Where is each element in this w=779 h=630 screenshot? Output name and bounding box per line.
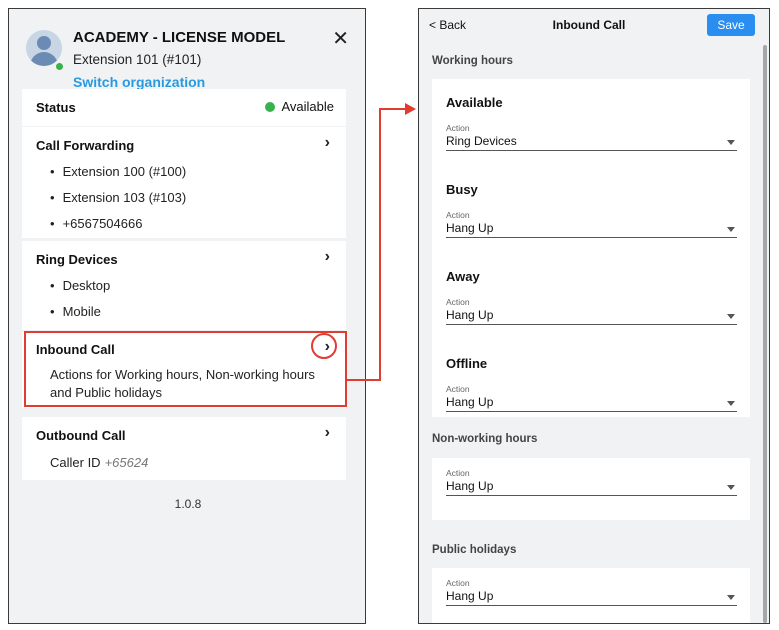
caller-id: Caller ID +65624 [50,455,148,470]
close-icon[interactable]: ✕ [332,26,349,51]
working-hours-label: Working hours [432,55,513,67]
right-panel: < Back Inbound Call Save Working hours A… [418,8,770,624]
action-select-available[interactable]: Ring Devices [446,133,737,151]
action-label: Action [446,297,470,307]
public-holidays-label: Public holidays [432,544,517,556]
action-select-away[interactable]: Hang Up [446,307,737,325]
action-label: Action [446,123,470,133]
connector-line [347,379,381,381]
non-working-hours-label: Non-working hours [432,433,538,445]
action-select-value: Hang Up [446,308,494,322]
action-select-value: Hang Up [446,479,494,493]
action-select-value: Hang Up [446,221,494,235]
connector-line [379,108,406,110]
top-bar: < Back Inbound Call Save [419,9,769,43]
non-working-hours-card: Action Hang Up [432,458,750,520]
dropdown-caret-icon [727,485,735,490]
connector-line [379,108,381,381]
call-forwarding-card[interactable]: Call Forwarding › Extension 100 (#100) E… [22,127,346,238]
status-heading: Busy [446,182,478,197]
action-select-value: Hang Up [446,589,494,603]
status-heading: Away [446,269,480,284]
chevron-right-icon[interactable]: › [325,134,330,152]
app-version: 1.0.8 [174,497,202,511]
left-panel: ACADEMY - LICENSE MODEL Extension 101 (#… [8,8,366,624]
action-label: Action [446,578,470,588]
action-label: Action [446,468,470,478]
action-select-non-working[interactable]: Hang Up [446,478,737,496]
action-select-value: Hang Up [446,395,494,409]
action-select-busy[interactable]: Hang Up [446,220,737,238]
dropdown-caret-icon [727,314,735,319]
status-heading: Offline [446,356,488,371]
list-item: +6567504666 [50,216,143,231]
list-item: Mobile [50,304,101,319]
status-card: Status Available [22,89,346,126]
dropdown-caret-icon [727,140,735,145]
available-dot-icon [265,102,276,112]
public-holidays-card: Action Hang Up [432,568,750,623]
caller-id-value: +65624 [104,455,149,470]
action-select-value: Ring Devices [446,134,517,148]
dropdown-caret-icon [727,227,735,232]
chevron-right-icon[interactable]: › [325,248,330,266]
chevron-highlight-circle [311,333,337,359]
list-item: Desktop [50,278,111,293]
arrow-head-icon [405,103,416,115]
save-button[interactable]: Save [707,14,755,36]
scrollbar[interactable] [763,45,767,623]
list-item: Extension 100 (#100) [50,164,187,179]
outbound-call-card[interactable]: Outbound Call › Caller ID +65624 [22,417,346,480]
outbound-call-title: Outbound Call [36,428,126,443]
caller-id-label: Caller ID [50,455,101,470]
dropdown-caret-icon [727,401,735,406]
organization-name: ACADEMY - LICENSE MODEL [73,29,286,46]
ring-devices-card[interactable]: Ring Devices › Desktop Mobile [22,241,346,330]
action-select-offline[interactable]: Hang Up [446,394,737,412]
list-item: Extension 103 (#103) [50,190,187,205]
presence-indicator [54,61,65,72]
avatar-head [37,36,51,50]
extension-label: Extension 101 (#101) [73,52,202,67]
ring-devices-title: Ring Devices [36,252,118,267]
call-forwarding-title: Call Forwarding [36,138,135,153]
profile-header: ACADEMY - LICENSE MODEL Extension 101 (#… [21,20,355,98]
action-label: Action [446,210,470,220]
action-label: Action [446,384,470,394]
action-select-public-holidays[interactable]: Hang Up [446,588,737,606]
inbound-call-highlight [24,331,347,407]
working-hours-card: Available Action Ring Devices Busy Actio… [432,79,750,417]
status-title: Status [36,100,76,115]
status-value-text: Available [281,99,334,114]
status-heading: Available [446,95,503,110]
dropdown-caret-icon [727,595,735,600]
switch-organization-link[interactable]: Switch organization [73,74,205,90]
status-value[interactable]: Available [265,99,334,114]
chevron-right-icon[interactable]: › [325,424,330,442]
